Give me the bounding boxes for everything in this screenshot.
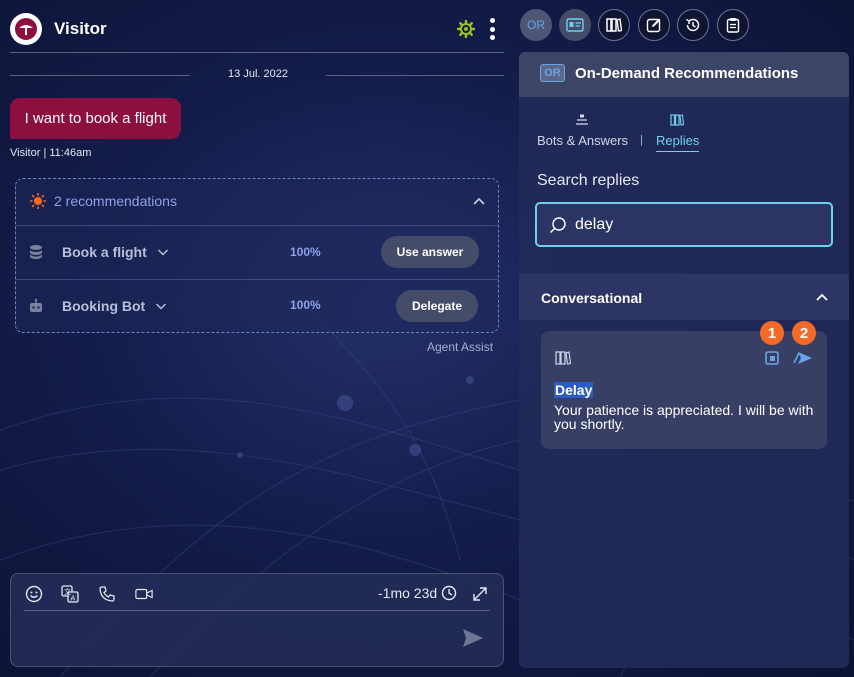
edit-icon bbox=[646, 18, 661, 33]
tab-separator: | bbox=[640, 134, 643, 146]
chevron-up-icon[interactable] bbox=[815, 291, 829, 303]
recommendation-percent: 100% bbox=[290, 245, 321, 259]
settings-gear-icon[interactable] bbox=[457, 20, 475, 38]
recommendation-row-book-flight[interactable]: Book a flight bbox=[62, 244, 169, 260]
more-options-icon[interactable] bbox=[487, 18, 497, 40]
emoji-icon[interactable] bbox=[25, 585, 43, 603]
recommendation-divider bbox=[16, 279, 498, 280]
date-divider-left bbox=[10, 75, 190, 76]
clipboard-icon bbox=[726, 18, 740, 33]
message-meta: Visitor | 11:46am bbox=[10, 147, 91, 159]
date-divider-right bbox=[326, 75, 504, 76]
visitor-avatar bbox=[10, 13, 42, 45]
database-icon bbox=[30, 245, 42, 259]
phone-icon[interactable] bbox=[98, 585, 116, 603]
id-card-tab[interactable] bbox=[559, 9, 591, 41]
step-badge-1: 1 bbox=[760, 321, 784, 345]
bots-answers-icon bbox=[576, 114, 588, 125]
composer-divider bbox=[24, 610, 490, 611]
send-icon[interactable] bbox=[462, 628, 484, 648]
send-reply-icon[interactable] bbox=[793, 350, 813, 366]
recommendation-label: Booking Bot bbox=[62, 298, 146, 314]
chevron-down-icon[interactable] bbox=[157, 247, 169, 257]
reply-text: Your patience is appreciated. I will be … bbox=[554, 402, 814, 432]
visitor-message-bubble: I want to book a flight bbox=[10, 98, 181, 139]
translate-icon[interactable]: 文 A bbox=[61, 585, 79, 603]
history-tab[interactable] bbox=[677, 9, 709, 41]
video-camera-icon[interactable] bbox=[135, 585, 153, 603]
clock-icon bbox=[441, 585, 457, 601]
search-icon bbox=[549, 216, 566, 233]
delegate-button[interactable]: Delegate bbox=[396, 290, 478, 322]
svg-text:A: A bbox=[71, 595, 76, 603]
recommendation-divider bbox=[16, 225, 498, 226]
library-icon bbox=[606, 18, 622, 32]
recommendation-row-booking-bot[interactable]: Booking Bot bbox=[62, 298, 167, 314]
recommendations-count: 2 recommendations bbox=[54, 193, 177, 209]
section-title: Conversational bbox=[541, 290, 643, 306]
library-icon bbox=[555, 351, 571, 365]
sun-icon bbox=[30, 193, 46, 209]
expand-icon[interactable] bbox=[471, 585, 489, 603]
recommendations-header[interactable]: 2 recommendations bbox=[30, 193, 177, 209]
chevron-down-icon[interactable] bbox=[155, 301, 167, 311]
edit-tab[interactable] bbox=[638, 9, 670, 41]
step-badge-2: 2 bbox=[792, 321, 816, 345]
message-time: 11:46am bbox=[49, 147, 92, 159]
agent-assist-label: Agent Assist bbox=[427, 340, 494, 354]
tab-replies[interactable]: Replies bbox=[656, 133, 700, 152]
chevron-up-icon[interactable] bbox=[472, 195, 486, 207]
recommendation-percent: 100% bbox=[290, 298, 321, 312]
history-icon bbox=[686, 18, 700, 32]
message-sender: Visitor bbox=[10, 147, 41, 159]
reply-title: Delay bbox=[554, 382, 594, 398]
recommendation-label: Book a flight bbox=[62, 244, 147, 260]
bot-icon bbox=[30, 298, 42, 312]
visitor-title: Visitor bbox=[54, 19, 107, 38]
clipboard-tab[interactable] bbox=[717, 9, 749, 41]
conversation-date: 13 Jul. 2022 bbox=[228, 68, 288, 80]
replies-library-icon bbox=[670, 114, 684, 126]
library-tab[interactable] bbox=[598, 9, 630, 41]
search-label: Search replies bbox=[537, 172, 640, 189]
conversation-timer: -1mo 23d bbox=[378, 585, 457, 601]
panel-title: On-Demand Recommendations bbox=[575, 65, 799, 82]
timer-value: -1mo 23d bbox=[378, 585, 438, 601]
visitor-logo-icon bbox=[15, 18, 37, 40]
search-box[interactable] bbox=[535, 202, 833, 247]
or-badge: OR bbox=[540, 64, 565, 82]
use-answer-button[interactable]: Use answer bbox=[381, 236, 479, 268]
search-input[interactable] bbox=[575, 215, 825, 234]
header-divider bbox=[10, 52, 504, 53]
copy-icon[interactable] bbox=[764, 350, 780, 366]
tab-bots-answers[interactable]: Bots & Answers bbox=[537, 133, 628, 148]
on-demand-recommendations-tab[interactable]: OR bbox=[520, 9, 552, 41]
id-card-icon bbox=[566, 18, 584, 32]
